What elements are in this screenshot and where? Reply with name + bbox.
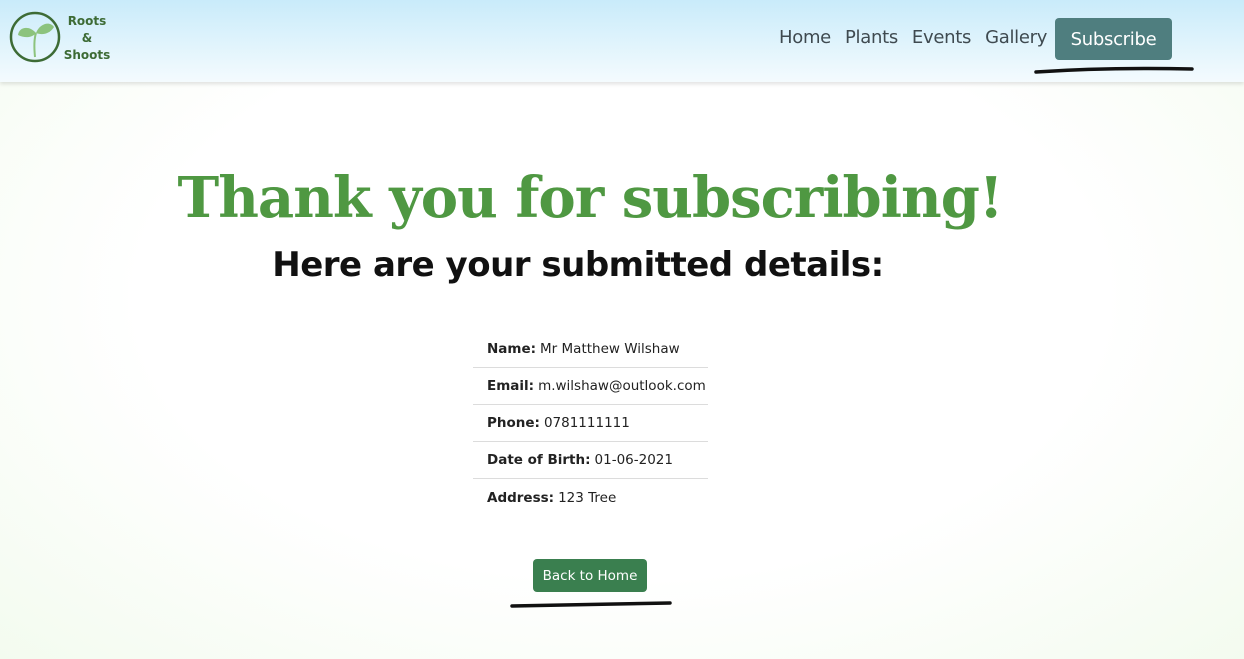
nav-links: Home Plants Events Gallery — [779, 27, 1061, 48]
page-subtitle: Here are your submitted details: — [272, 245, 884, 285]
underline-scribble — [1034, 66, 1194, 74]
detail-row-phone: Phone: 0781111111 — [473, 405, 708, 442]
sprout-logo-icon[interactable] — [9, 11, 63, 63]
back-to-home-button[interactable]: Back to Home — [533, 559, 647, 592]
brand-line-3: Shoots — [63, 48, 111, 62]
nav-gallery-link[interactable]: Gallery — [985, 27, 1047, 48]
details-list: Name: Mr Matthew Wilshaw Email: m.wilsha… — [473, 331, 708, 516]
detail-label: Email: — [487, 378, 535, 394]
detail-label: Date of Birth: — [487, 452, 591, 468]
detail-label: Address: — [487, 489, 555, 506]
detail-value: 123 Tree — [558, 489, 617, 506]
detail-value: 0781111111 — [543, 415, 630, 431]
detail-value: 01-06-2021 — [594, 452, 673, 468]
page-title: Thank you for subscribing! — [177, 165, 1004, 231]
brand-line-2: & — [81, 31, 93, 45]
detail-row-email: Email: m.wilshaw@outlook.com — [473, 368, 708, 405]
detail-row-address: Address: 123 Tree — [473, 479, 708, 516]
detail-label: Name: — [487, 341, 537, 357]
detail-label: Phone: — [487, 415, 540, 431]
detail-value: m.wilshaw@outlook.com — [538, 378, 706, 394]
subscribe-button[interactable]: Subscribe — [1055, 18, 1172, 60]
brand-line-1: Roots — [67, 14, 107, 28]
detail-row-name: Name: Mr Matthew Wilshaw — [473, 331, 708, 368]
detail-row-dob: Date of Birth: 01-06-2021 — [473, 442, 708, 479]
nav-events-link[interactable]: Events — [912, 27, 971, 48]
nav-home-link[interactable]: Home — [779, 27, 831, 48]
underline-scribble — [510, 601, 672, 608]
detail-value: Mr Matthew Wilshaw — [540, 341, 680, 357]
brand-name[interactable]: Roots & Shoots — [62, 13, 112, 64]
nav-plants-link[interactable]: Plants — [845, 27, 898, 48]
